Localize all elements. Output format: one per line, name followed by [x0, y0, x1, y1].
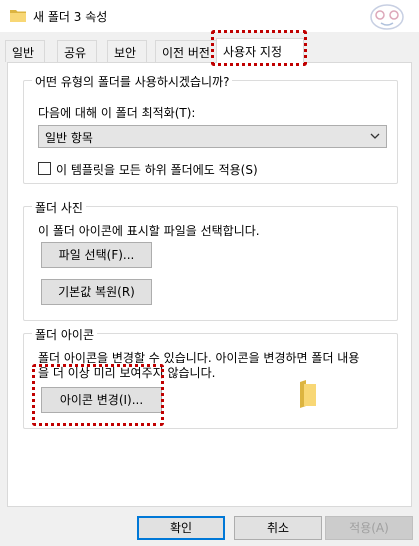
- tab-label: 보안: [114, 46, 137, 60]
- tab-label: 공유: [64, 46, 87, 60]
- folder-preview-icon: [298, 380, 318, 411]
- apply-subfolders-label: 이 템플릿을 모든 하위 폴더에도 적용(S): [56, 163, 258, 177]
- apply-button[interactable]: 적용(A): [325, 516, 413, 540]
- folder-icon-group: 폴더 아이콘 폴더 아이콘을 변경할 수 있습니다. 아이콘을 변경하면 폴더 …: [23, 326, 398, 429]
- tab-customize[interactable]: 사용자 지정: [216, 38, 304, 63]
- optimize-label: 다음에 대해 이 폴더 최적화(T):: [38, 106, 196, 120]
- watermark-logo-icon: [367, 3, 407, 34]
- optimize-select[interactable]: 일반 항목: [38, 125, 387, 148]
- tab-label: 이전 버전: [162, 46, 210, 60]
- folder-picture-description: 이 폴더 아이콘에 표시할 파일을 선택합니다.: [38, 224, 260, 238]
- tab-security[interactable]: 보안: [107, 40, 147, 62]
- ok-button[interactable]: 확인: [137, 516, 225, 540]
- restore-default-button[interactable]: 기본값 복원(R): [41, 279, 152, 305]
- tab-general[interactable]: 일반: [5, 40, 45, 62]
- title-bar: 새 폴더 3 속성: [0, 0, 419, 32]
- tab-label: 일반: [12, 46, 35, 60]
- window-title: 새 폴더 3 속성: [33, 10, 108, 24]
- folder-picture-legend: 폴더 사진: [32, 199, 86, 216]
- folder-type-legend: 어떤 유형의 폴더를 사용하시겠습니까?: [32, 73, 233, 90]
- tab-sharing[interactable]: 공유: [57, 40, 97, 62]
- folder-icon-description-line2: 을 더 이상 미리 보여주지 않습니다.: [38, 366, 216, 380]
- chevron-down-icon: [370, 130, 380, 144]
- cancel-button[interactable]: 취소: [234, 516, 322, 540]
- change-icon-button[interactable]: 아이콘 변경(I)...: [41, 387, 162, 413]
- tab-label: 사용자 지정: [223, 45, 283, 59]
- tab-panel: 어떤 유형의 폴더를 사용하시겠습니까? 다음에 대해 이 폴더 최적화(T):…: [7, 62, 412, 507]
- folder-icon-legend: 폴더 아이콘: [32, 326, 98, 343]
- choose-file-button[interactable]: 파일 선택(F)...: [41, 242, 152, 268]
- folder-icon: [10, 8, 26, 25]
- apply-subfolders-checkbox[interactable]: [38, 162, 51, 175]
- optimize-selected-value: 일반 항목: [45, 131, 93, 145]
- folder-type-group: 어떤 유형의 폴더를 사용하시겠습니까? 다음에 대해 이 폴더 최적화(T):…: [23, 73, 398, 184]
- folder-picture-group: 폴더 사진 이 폴더 아이콘에 표시할 파일을 선택합니다. 파일 선택(F).…: [23, 199, 398, 321]
- tab-previous-versions[interactable]: 이전 버전: [155, 40, 217, 62]
- tab-strip: 일반 공유 보안 이전 버전 사용자 지정: [0, 38, 419, 63]
